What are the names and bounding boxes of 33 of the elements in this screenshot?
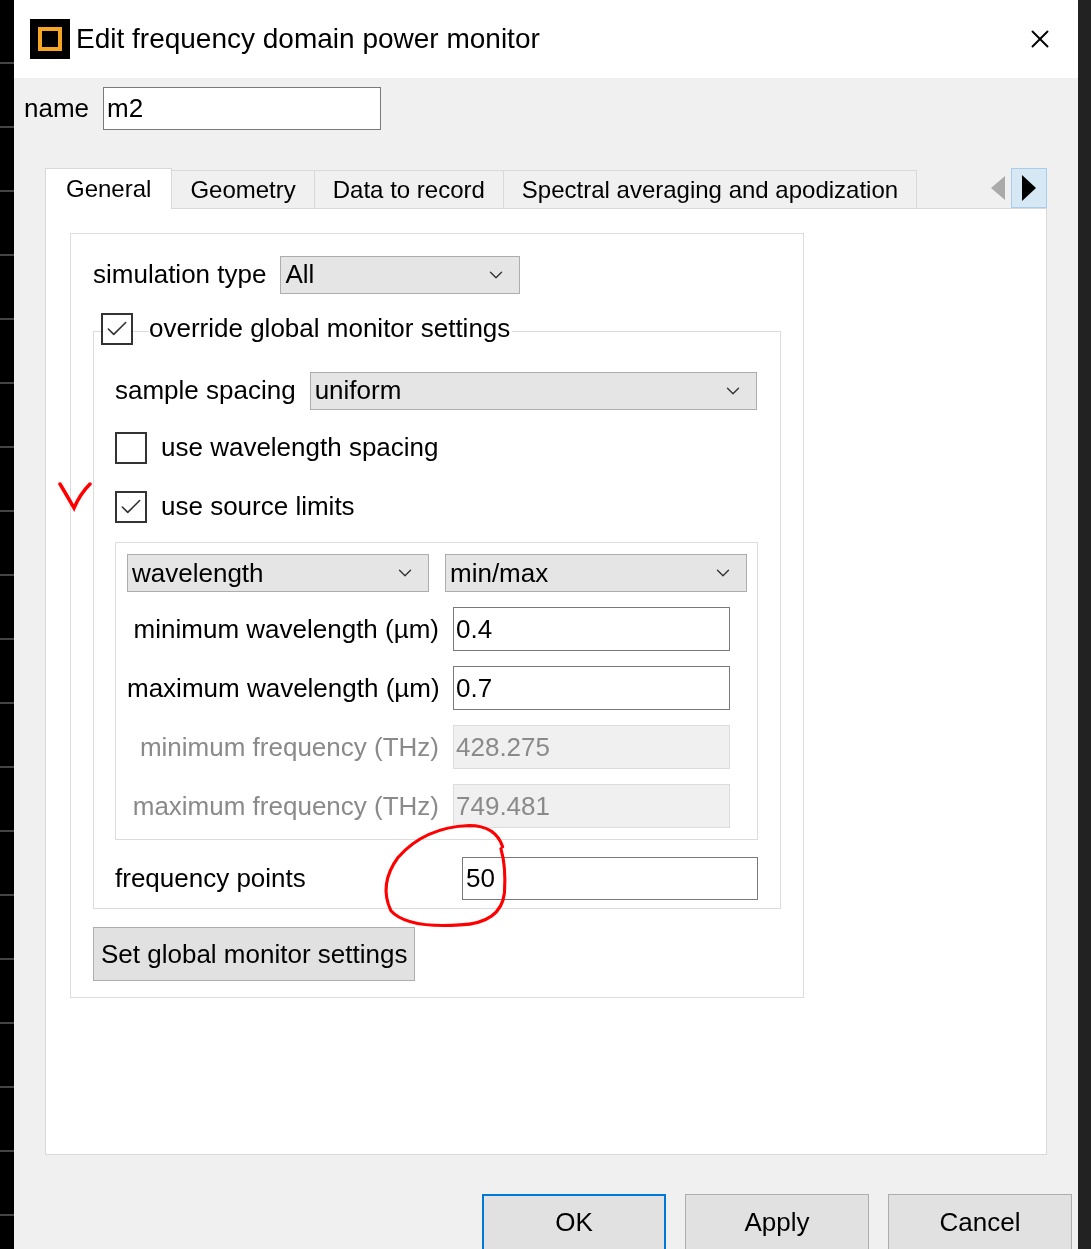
field-label: minimum wavelength (µm) (132, 612, 440, 646)
scroll-right-button[interactable] (1011, 168, 1047, 208)
checkbox-label: use source limits (161, 490, 355, 523)
app-logo-icon (30, 19, 70, 59)
tab[interactable]: Geometry (172, 170, 315, 208)
field-label: maximum wavelength (µm) (127, 671, 441, 705)
dropdown[interactable]: wavelength (127, 554, 429, 592)
checkbox-label: use wavelength spacing (161, 431, 439, 464)
sample-spacing-label: sample spacing (115, 374, 296, 407)
dialog-button[interactable]: Apply (685, 1194, 869, 1249)
checkbox[interactable] (115, 431, 147, 464)
tab[interactable]: Data to record (314, 170, 504, 208)
number-field[interactable]: 0.7 (453, 666, 730, 710)
simulation-type-label: simulation type (93, 258, 267, 291)
dialog-button[interactable]: OK (482, 1194, 666, 1249)
field-label: maximum frequency (THz) (131, 789, 440, 823)
name-label: name (24, 92, 90, 125)
dropdown[interactable]: All (280, 255, 521, 294)
name-field[interactable]: m2 (103, 87, 382, 130)
dialog-button[interactable]: Cancel (888, 1194, 1072, 1249)
frequency-points-field[interactable]: 50 (462, 857, 758, 900)
dropdown[interactable]: min/max (445, 554, 747, 592)
number-field[interactable]: 0.4 (453, 607, 730, 651)
handwritten-tick-drawing (58, 480, 94, 512)
tab[interactable]: Spectral averaging and apodization (503, 170, 918, 208)
set-global-settings-button[interactable]: Set global monitor settings (93, 927, 416, 981)
tab[interactable]: General (45, 168, 173, 209)
field-label: minimum frequency (THz) (138, 730, 440, 764)
window-title: Edit frequency domain power monitor (76, 22, 540, 56)
frequency-points-label: frequency points (115, 862, 307, 895)
dropdown[interactable]: uniform (309, 371, 757, 410)
checkbox[interactable] (101, 312, 133, 345)
checkbox[interactable] (115, 490, 147, 523)
